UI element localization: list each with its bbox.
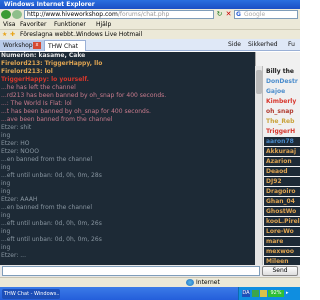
user-list-item[interactable]: Dragoiro [264,187,300,196]
user-list-item[interactable]: mare [264,237,300,246]
menu-bar: Visa Favoriter Funktioner Hjälp [0,20,300,29]
menu-item-tools[interactable]: Funktioner [54,20,86,29]
chat-message: Firelord213: lol [1,68,53,75]
user-list-item[interactable]: DonDestr [264,77,300,86]
chat-message: ...rd213 has been banned by oh_snap for … [1,92,167,99]
chat-message: Numerion: kasame, Cake [1,52,86,59]
user-list-item[interactable]: The_Reb [264,117,300,126]
user-list-item[interactable]: Kimberly [264,97,300,106]
clock-icon[interactable]: ▸ [286,287,289,300]
chat-message: TriggerHappy: lo yourself. [1,76,89,83]
user-list-item[interactable]: Azarion [264,157,300,166]
window-title: Windows Internet Explorer [4,1,95,8]
chat-message: ing [1,188,11,195]
close-tab-icon[interactable]: x [33,42,41,49]
userlist-header [255,52,300,66]
chat-log: Numerion: kasame, Cake Firelord213: Trigg… [0,52,255,265]
address-url-suffix: /forums/chat.php [117,11,170,18]
user-list-item[interactable]: Gajoe [264,87,300,96]
safety-menu[interactable]: Sikkerhed [248,40,278,50]
chat-message: Etzer: AAAH [1,196,38,203]
tray-security-icon[interactable] [260,290,267,297]
tray-app-icon[interactable] [252,290,259,297]
menu-item-favorites[interactable]: Favoriter [20,20,46,29]
chat-message: ing [1,180,11,187]
chat-message: ...en banned from the channel [1,204,92,211]
window-title-bar: Windows Internet Explorer [0,0,300,9]
address-bar[interactable]: http://www.hiveworkshop.com/forums/chat.… [24,10,214,19]
userlist-scroll-thumb[interactable] [256,70,262,94]
add-favorite-icon[interactable]: ✚ [10,30,15,39]
chat-message: Etzer: shit [1,124,32,131]
tab-thw-chat[interactable]: THW Chat [44,40,86,51]
send-button[interactable]: Send [262,266,298,276]
suggested-sites-link[interactable]: Föreslagna webbt... [20,30,79,39]
hotmail-link[interactable]: Windows Live Hotmail [76,30,142,39]
user-list-item[interactable]: TriggerH [264,127,300,136]
chat-message: Firelord213: TriggerHappy, llo [1,60,103,67]
address-url: http://www.hiveworkshop.com [27,11,118,18]
taskbar: THW Chat - Windows... DA 92% ▸ [0,287,300,300]
security-zone: Internet [196,279,220,286]
address-toolbar: http://www.hiveworkshop.com/forums/chat.… [0,9,300,20]
language-indicator[interactable]: DA [242,290,250,297]
user-list-item[interactable]: mexwoo [264,247,300,256]
chat-message: ...en banned from the channel [1,156,92,163]
tools-menu[interactable]: Fu [288,40,295,50]
user-list-item[interactable]: aaron78 [264,137,300,146]
tab-thw-chat-label: THW Chat [48,43,79,50]
chat-message: ing [1,212,11,219]
user-list-item[interactable]: Ghan_04 [264,197,300,206]
chat-message: Etzer: HO [1,140,30,147]
chat-message: ing [1,164,11,171]
favorites-bar: ★ ✚ Föreslagna webbt... Windows Live Hot… [0,29,300,39]
stop-icon[interactable]: ✕ [224,10,233,19]
chat-message: ...ave been banned from the channel [1,116,113,123]
chat-message: ing [1,132,11,139]
menu-item-view[interactable]: Visa [3,20,15,29]
chat-message: Etzer: ... [1,252,26,259]
google-icon: G [236,11,241,18]
user-list-item[interactable]: oh_snap [264,107,300,116]
user-list-item[interactable]: Akkuraaj [264,147,300,156]
chat-message: ...eft until unban: 0d, 0h, 0m, 26s [1,220,102,227]
favorites-star-icon[interactable]: ★ [2,30,7,39]
user-list-item[interactable]: DJ92 [264,177,300,186]
chat-message: ing [1,228,11,235]
user-list-item[interactable]: GhostWo [264,207,300,216]
forward-button[interactable] [12,10,22,19]
chat-message: ing [1,244,11,251]
chat-message: ...eft until unban: 0d, 0h, 0m, 28s [1,172,102,179]
search-input[interactable]: G Google [234,10,298,19]
chat-message: ...t has been banned by oh_snap for 400 … [1,108,151,115]
page-menu[interactable]: Side [228,40,241,50]
chat-message: ...eft until unban: 0d, 0h, 0m, 26s [1,236,102,243]
menu-item-help[interactable]: Hjälp [96,20,111,29]
user-list-item[interactable]: Deaod [264,167,300,176]
search-placeholder: Google [244,11,266,18]
tab-workshop[interactable]: Workshop... x [0,40,44,51]
user-list-item[interactable]: Billy the [264,67,300,76]
chat-message-input[interactable] [2,266,260,276]
chat-input-row: Send [0,265,300,277]
back-button[interactable] [1,10,11,19]
chat-message: ...: The World Is Flat: lol [1,100,72,107]
status-bar: Internet [0,277,300,287]
globe-icon [186,279,194,286]
userlist-scrollbar[interactable] [255,66,263,265]
chat-message: Etzer: NOOO [1,148,39,155]
refresh-icon[interactable]: ↻ [215,10,224,19]
taskbar-window-button[interactable]: THW Chat - Windows... [2,289,60,299]
user-list-item[interactable]: Lore-Wo [264,227,300,236]
chat-message: ...he has left the channel [1,84,76,91]
battery-icon[interactable]: 92% [268,290,284,297]
user-list-item[interactable]: kooL.Pirel [264,217,300,226]
